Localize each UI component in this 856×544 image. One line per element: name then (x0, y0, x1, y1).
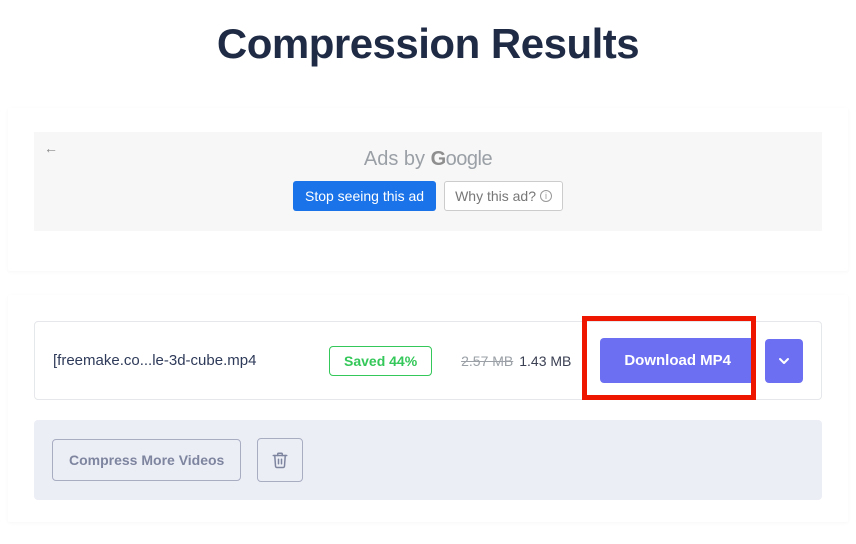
page-title: Compression Results (0, 20, 856, 68)
ads-by-label: Ads by Google (44, 148, 812, 171)
chevron-down-icon (776, 353, 792, 369)
saved-badge: Saved 44% (329, 346, 432, 376)
results-card: [freemake.co...le-3d-cube.mp4 Saved 44% … (8, 295, 848, 522)
download-options-button[interactable] (765, 339, 803, 383)
info-icon: i (540, 190, 552, 202)
file-name: [freemake.co...le-3d-cube.mp4 (53, 352, 313, 369)
ad-card: ← Ads by Google Stop seeing this ad Why … (8, 108, 848, 271)
download-group: Download MP4 (600, 338, 803, 383)
why-this-ad-label: Why this ad? (455, 188, 536, 204)
back-arrow-icon[interactable]: ← (44, 140, 58, 156)
ads-by-prefix: Ads by (364, 148, 431, 170)
ad-inner: ← Ads by Google Stop seeing this ad Why … (34, 132, 822, 231)
old-size: 2.57 MB (461, 353, 513, 369)
why-this-ad-button[interactable]: Why this ad? i (444, 181, 563, 211)
new-size: 1.43 MB (519, 353, 571, 369)
delete-button[interactable] (257, 438, 303, 482)
stop-seeing-ad-button[interactable]: Stop seeing this ad (293, 181, 436, 211)
download-button[interactable]: Download MP4 (600, 338, 755, 383)
compress-more-button[interactable]: Compress More Videos (52, 439, 241, 481)
result-row: [freemake.co...le-3d-cube.mp4 Saved 44% … (34, 321, 822, 400)
trash-icon (271, 451, 289, 469)
ad-buttons: Stop seeing this ad Why this ad? i (44, 181, 812, 211)
google-logo: Google (431, 148, 493, 170)
footer-row: Compress More Videos (34, 420, 822, 500)
file-sizes: 2.57 MB 1.43 MB (448, 353, 584, 369)
